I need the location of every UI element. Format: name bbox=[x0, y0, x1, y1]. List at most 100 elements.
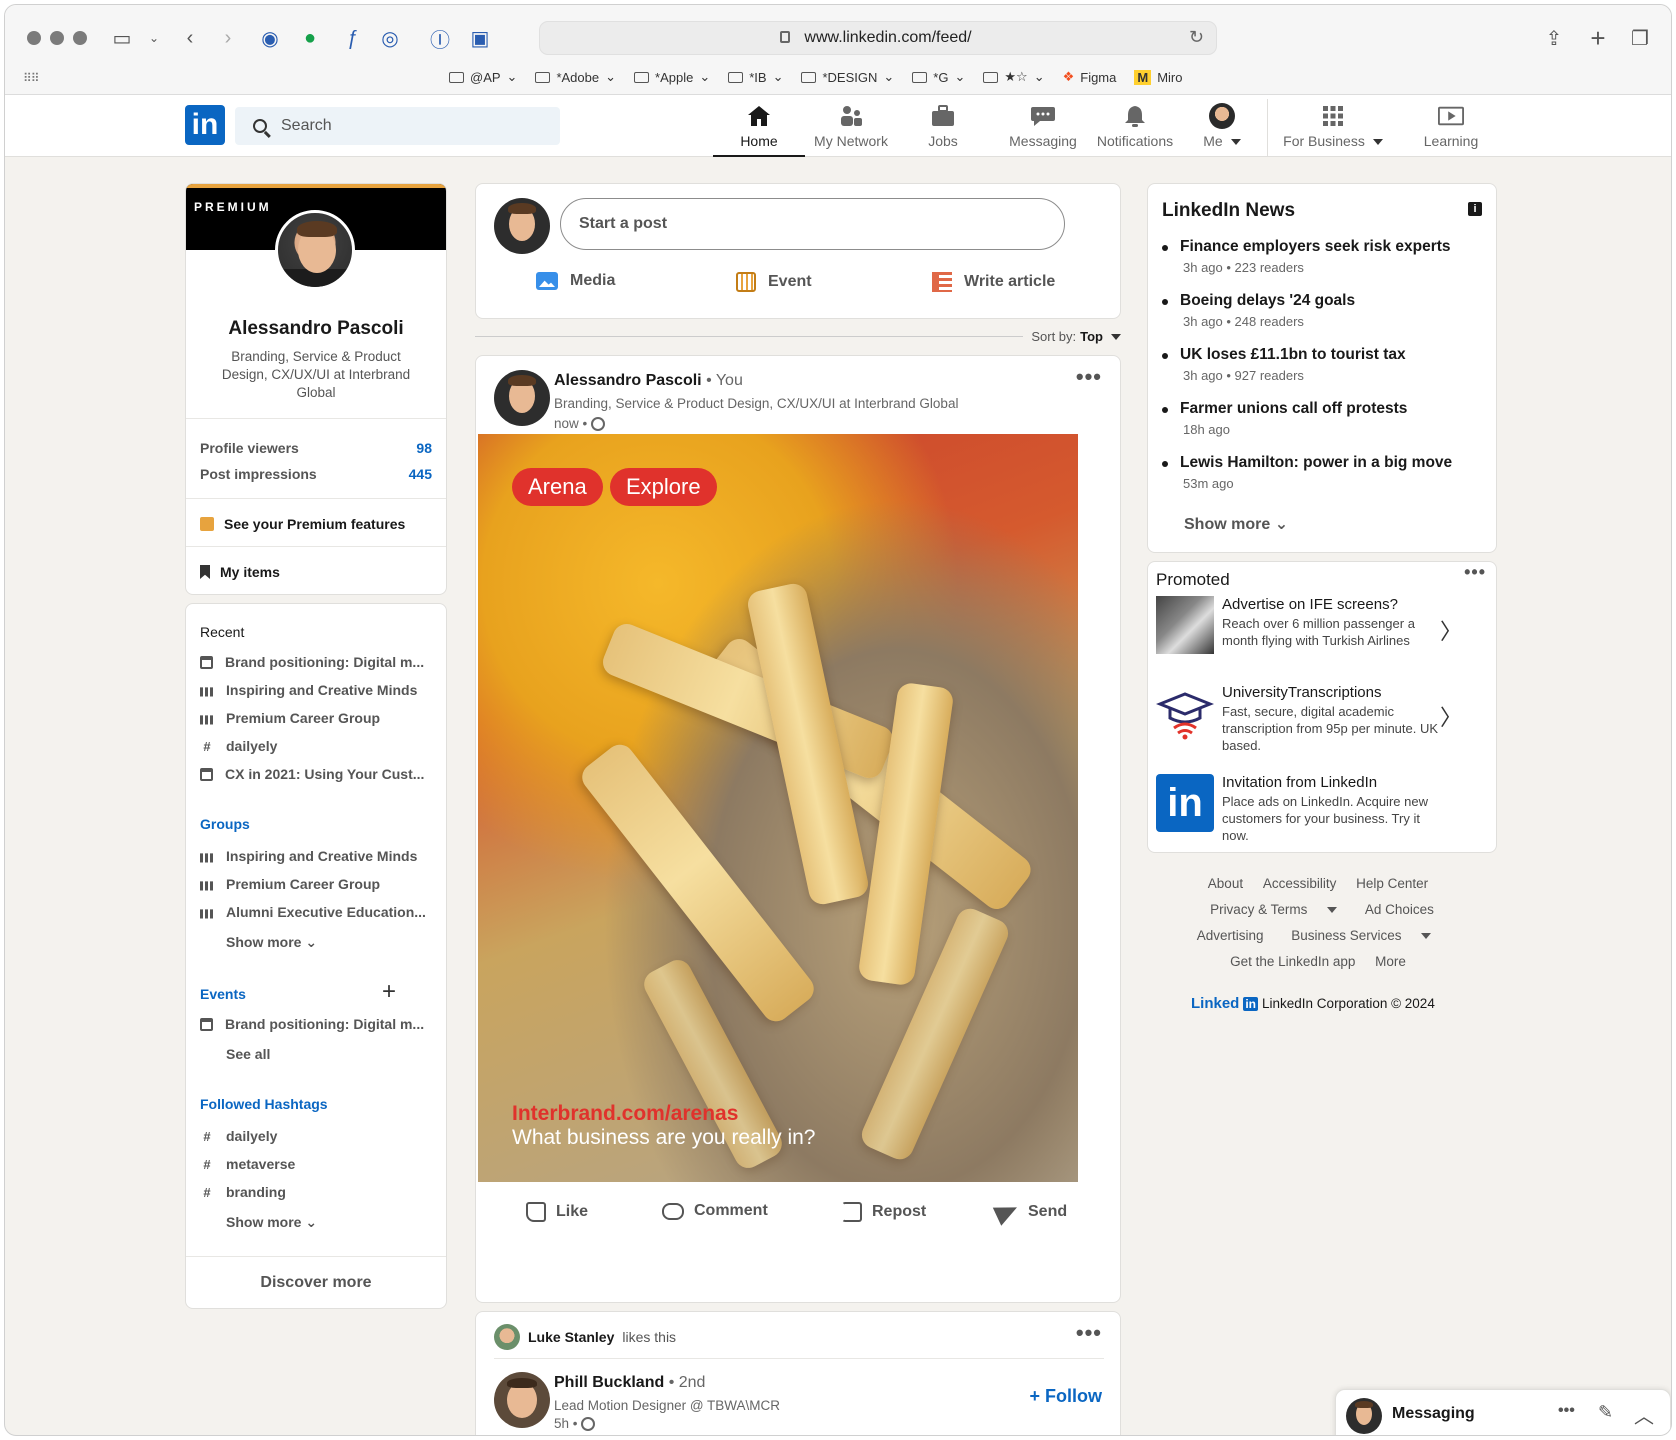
compose-icon[interactable]: ✎ bbox=[1598, 1402, 1613, 1423]
news-item[interactable]: Farmer unions call off protests 18h ago bbox=[1162, 400, 1462, 437]
media-button[interactable]: Media bbox=[536, 272, 615, 290]
promoted-item[interactable]: in Invitation from LinkedIn Place ads on … bbox=[1156, 774, 1468, 852]
function-extension-icon[interactable]: ƒ bbox=[339, 25, 365, 51]
events-see-all[interactable]: See all bbox=[226, 1046, 270, 1062]
my-items-link[interactable]: My items bbox=[200, 564, 280, 580]
recent-item[interactable]: # dailyely bbox=[200, 738, 277, 754]
apps-grid-icon[interactable]: ⠿⠿ bbox=[23, 71, 40, 85]
nav-home[interactable]: Home bbox=[713, 99, 805, 157]
event-item[interactable]: Brand positioning: Digital m... bbox=[200, 1016, 424, 1032]
groups-show-more[interactable]: Show more ⌄ bbox=[226, 934, 317, 951]
post-author-name[interactable]: Alessandro Pascoli • You bbox=[554, 372, 743, 390]
chevron-right-icon[interactable]: 〉 bbox=[1440, 700, 1462, 732]
caret-down-icon[interactable] bbox=[1111, 333, 1121, 340]
grammarly-icon[interactable]: ● bbox=[297, 25, 323, 51]
share-icon[interactable]: ⇪ bbox=[1541, 25, 1567, 51]
repost-button[interactable]: Repost bbox=[842, 1202, 926, 1222]
stat-profile-viewers[interactable]: Profile viewers 98 bbox=[200, 440, 432, 456]
footer-about-link[interactable]: About bbox=[1208, 876, 1243, 891]
bookmark-figma[interactable]: ❖ Figma bbox=[1063, 69, 1117, 85]
sidebar-toggle-icon[interactable]: ▭ bbox=[109, 25, 135, 51]
event-button[interactable]: Event bbox=[736, 272, 812, 292]
window-controls[interactable] bbox=[27, 31, 87, 45]
bookmark-miro[interactable]: M Miro bbox=[1134, 69, 1183, 85]
bookmark-folder[interactable]: *IB ⌄ bbox=[728, 69, 783, 85]
promoted-item[interactable]: UniversityTranscriptions Fast, secure, di… bbox=[1155, 684, 1468, 768]
group-item[interactable]: Premium Career Group bbox=[200, 876, 380, 892]
group-item[interactable]: Alumni Executive Education... bbox=[200, 904, 426, 920]
messaging-dock[interactable]: Messaging ••• ✎ ︿ bbox=[1335, 1389, 1671, 1435]
zoom-window-icon[interactable] bbox=[73, 31, 87, 45]
news-item[interactable]: UK loses £11.1bn to tourist tax 3h ago • … bbox=[1162, 346, 1462, 383]
like-button[interactable]: Like bbox=[526, 1202, 588, 1222]
news-item[interactable]: Lewis Hamilton: power in a big move 53m a… bbox=[1162, 454, 1462, 491]
promoted-item[interactable]: Advertise on IFE screens? Reach over 6 mi… bbox=[1156, 596, 1468, 666]
bookmark-folder[interactable]: *G ⌄ bbox=[912, 69, 965, 85]
more-options-icon[interactable]: ••• bbox=[1076, 1320, 1102, 1346]
events-title[interactable]: Events bbox=[200, 986, 246, 1002]
footer-help-link[interactable]: Help Center bbox=[1356, 876, 1428, 891]
nav-notifications[interactable]: Notifications bbox=[1085, 99, 1185, 157]
bookmark-folder[interactable]: *Adobe ⌄ bbox=[535, 69, 616, 85]
bookmark-folder[interactable]: ★☆ ⌄ bbox=[983, 69, 1045, 85]
info-icon[interactable]: i bbox=[1468, 202, 1482, 216]
post2-author-avatar[interactable] bbox=[494, 1372, 550, 1428]
stat-post-impressions[interactable]: Post impressions 445 bbox=[200, 466, 432, 482]
hashtag-item[interactable]: # branding bbox=[200, 1184, 286, 1200]
hashtag-item[interactable]: # dailyely bbox=[200, 1128, 277, 1144]
footer-app-link[interactable]: Get the LinkedIn app bbox=[1230, 954, 1355, 969]
nav-messaging[interactable]: Messaging bbox=[997, 99, 1089, 157]
post2-author-name[interactable]: Phill Buckland • 2nd bbox=[554, 1374, 705, 1392]
follow-button[interactable]: + Follow bbox=[1029, 1386, 1102, 1407]
more-options-icon[interactable]: ••• bbox=[1558, 1402, 1575, 1420]
hashtags-show-more[interactable]: Show more ⌄ bbox=[226, 1214, 317, 1231]
bookmark-folder[interactable]: *Apple ⌄ bbox=[634, 69, 710, 85]
footer-adchoices-link[interactable]: Ad Choices bbox=[1365, 902, 1434, 917]
footer-advertising-link[interactable]: Advertising bbox=[1197, 928, 1264, 943]
chevron-down-icon[interactable]: ⌄ bbox=[141, 25, 167, 51]
send-button[interactable]: Send bbox=[992, 1198, 1067, 1226]
profile-avatar[interactable] bbox=[275, 210, 355, 290]
back-icon[interactable]: ‹ bbox=[177, 25, 203, 51]
write-article-button[interactable]: Write article bbox=[932, 272, 1055, 292]
nav-jobs[interactable]: Jobs bbox=[897, 99, 989, 157]
liker-avatar[interactable] bbox=[494, 1324, 520, 1350]
more-options-icon[interactable]: ••• bbox=[1076, 364, 1102, 390]
nav-learning[interactable]: Learning bbox=[1401, 99, 1501, 157]
footer-business-link[interactable]: Business Services bbox=[1283, 928, 1439, 943]
nav-me[interactable]: Me bbox=[1181, 99, 1263, 157]
post-image[interactable]: Arena Explore Interbrand.com/arenas What… bbox=[478, 434, 1078, 1182]
linkedin-logo[interactable]: in bbox=[185, 105, 225, 145]
minimize-window-icon[interactable] bbox=[50, 31, 64, 45]
reload-icon[interactable]: ↻ bbox=[1189, 27, 1204, 48]
groups-title[interactable]: Groups bbox=[200, 816, 250, 832]
text-extension-icon[interactable]: Ⓘ bbox=[427, 25, 453, 52]
comment-button[interactable]: Comment bbox=[662, 1202, 768, 1220]
premium-features-link[interactable]: See your Premium features bbox=[200, 516, 405, 532]
close-window-icon[interactable] bbox=[27, 31, 41, 45]
profile-name[interactable]: Alessandro Pascoli bbox=[186, 318, 446, 340]
composer-avatar[interactable] bbox=[494, 198, 550, 254]
recent-item[interactable]: Brand positioning: Digital m... bbox=[200, 654, 424, 670]
news-show-more[interactable]: Show more ⌄ bbox=[1184, 514, 1288, 534]
password-manager-icon[interactable]: ◎ bbox=[377, 25, 403, 51]
liker-name[interactable]: Luke Stanley bbox=[528, 1329, 614, 1345]
group-item[interactable]: Inspiring and Creative Minds bbox=[200, 848, 417, 864]
hashtags-title[interactable]: Followed Hashtags bbox=[200, 1096, 328, 1112]
bookmark-folder[interactable]: *DESIGN ⌄ bbox=[801, 69, 894, 85]
start-post-input[interactable]: Start a post bbox=[560, 198, 1065, 250]
extension-lock-icon[interactable]: ◉ bbox=[257, 25, 283, 51]
recent-item[interactable]: Premium Career Group bbox=[200, 710, 380, 726]
chevron-right-icon[interactable]: 〉 bbox=[1440, 614, 1462, 646]
add-event-icon[interactable]: + bbox=[382, 978, 396, 1006]
chevron-up-icon[interactable]: ︿ bbox=[1634, 1400, 1654, 1429]
address-bar[interactable]: www.linkedin.com/feed/ ↻ bbox=[539, 21, 1217, 55]
news-item[interactable]: Boeing delays '24 goals 3h ago • 248 read… bbox=[1162, 292, 1462, 329]
footer-accessibility-link[interactable]: Accessibility bbox=[1263, 876, 1337, 891]
forward-icon[interactable]: › bbox=[215, 25, 241, 51]
sort-dropdown[interactable]: Top bbox=[1080, 329, 1103, 344]
camera-icon[interactable]: ▣ bbox=[467, 25, 493, 51]
new-tab-icon[interactable]: + bbox=[1585, 23, 1611, 53]
nav-my-network[interactable]: My Network bbox=[805, 99, 897, 157]
more-options-icon[interactable]: ••• bbox=[1464, 562, 1486, 583]
